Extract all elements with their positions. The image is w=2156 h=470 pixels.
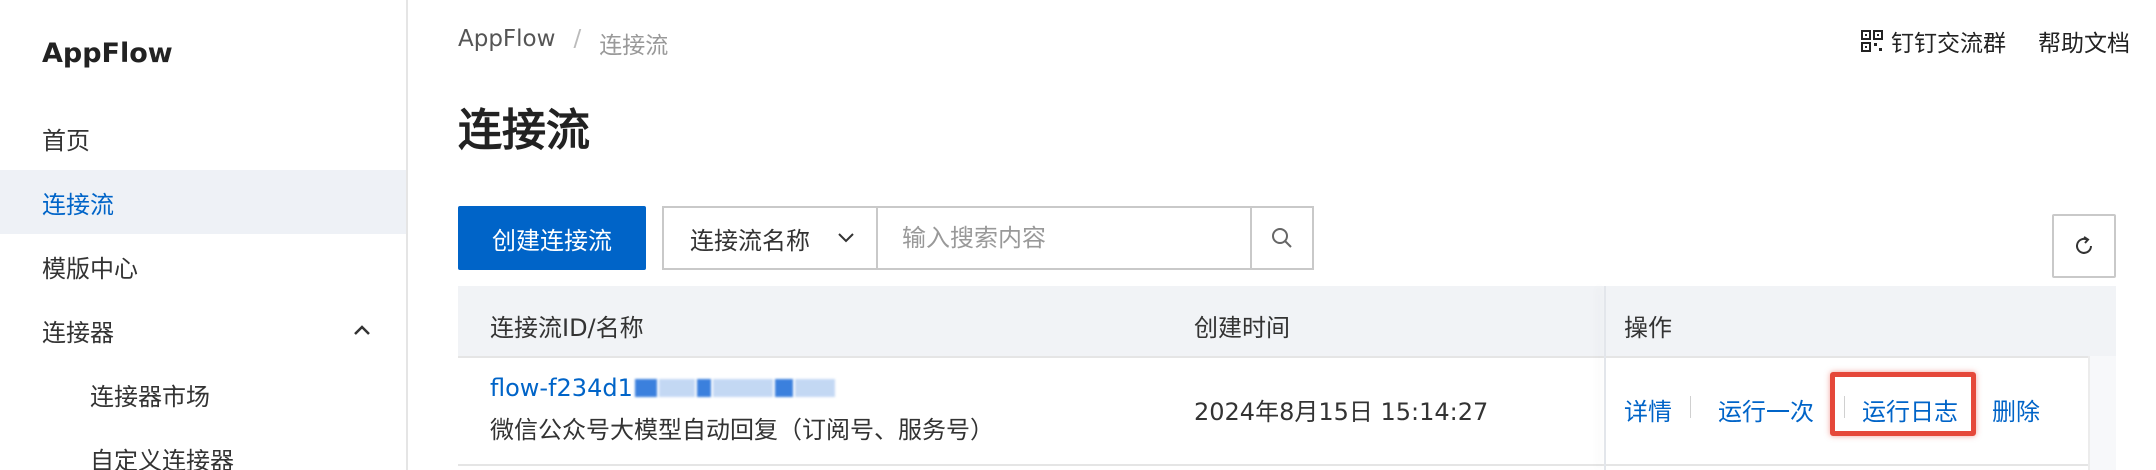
redacted-mark — [658, 379, 695, 397]
flow-name: 微信公众号大模型自动回复（订阅号、服务号） — [490, 416, 994, 444]
sidebar-item-label: 首页 — [42, 126, 90, 155]
sidebar-item-label: 模版中心 — [42, 254, 138, 283]
created-time: 2024年8月15日 15:14:27 — [1194, 398, 1489, 426]
flow-id-text: flow-f234d1 — [490, 374, 633, 402]
sidebar-item-label: 自定义连接器 — [90, 446, 234, 470]
actions-column-shadow — [1604, 286, 1606, 470]
flow-id-link[interactable]: flow-f234d1 — [490, 374, 835, 402]
sidebar-item-custom-connector[interactable]: 自定义连接器 — [0, 426, 406, 470]
table-scrollbar[interactable] — [2088, 356, 2116, 470]
chevron-down-icon — [838, 233, 854, 243]
sidebar: AppFlow 首页 连接流 模版中心 连接器 连接器市场 自定义连接器 — [0, 0, 408, 470]
refresh-button[interactable] — [2052, 214, 2116, 278]
sidebar-item-home[interactable]: 首页 — [0, 106, 406, 170]
sidebar-item-label: 连接器市场 — [90, 382, 210, 411]
sidebar-item-flows[interactable]: 连接流 — [0, 170, 406, 234]
redacted-mark — [712, 379, 773, 397]
breadcrumb-root[interactable]: AppFlow — [458, 26, 555, 60]
sidebar-item-templates[interactable]: 模版中心 — [0, 234, 406, 298]
redacted-mark — [794, 379, 835, 397]
dingtalk-group-link[interactable]: 钉钉交流群 — [1861, 24, 2006, 58]
search-icon — [1272, 228, 1292, 248]
delete-link[interactable]: 删除 — [1992, 392, 2040, 427]
sidebar-item-connectors[interactable]: 连接器 — [0, 298, 406, 362]
redacted-mark — [634, 379, 657, 397]
run-once-link[interactable]: 运行一次 — [1718, 392, 1814, 427]
breadcrumb-separator: / — [573, 26, 582, 52]
sidebar-item-connector-market[interactable]: 连接器市场 — [0, 362, 406, 426]
breadcrumb: AppFlow / 连接流 — [458, 26, 668, 60]
details-link[interactable]: 详情 — [1624, 392, 1672, 427]
help-docs-link[interactable]: 帮助文档 — [2038, 24, 2130, 58]
column-header-actions: 操作 — [1624, 314, 1672, 342]
flows-table: 连接流ID/名称 创建时间 操作 flow-f234d1 微信公众号大模型自动回… — [458, 286, 2116, 470]
search-input[interactable] — [878, 208, 1250, 268]
column-header-created: 创建时间 — [1194, 314, 1290, 342]
redacted-mark — [696, 379, 711, 397]
sidebar-item-label: 连接器 — [42, 318, 114, 347]
filter-field-value: 连接流名称 — [690, 226, 810, 255]
chevron-up-icon — [354, 325, 370, 335]
page-title: 连接流 — [458, 105, 590, 156]
search-button[interactable] — [1250, 208, 1312, 268]
top-links: 钉钉交流群 帮助文档 — [1861, 24, 2130, 58]
run-logs-highlight — [1830, 372, 1976, 436]
dingtalk-group-label: 钉钉交流群 — [1891, 31, 2006, 57]
column-header-id-name: 连接流ID/名称 — [490, 314, 644, 342]
create-flow-button[interactable]: 创建连接流 — [458, 206, 646, 270]
search-filter: 连接流名称 — [662, 206, 1314, 270]
sidebar-item-label: 连接流 — [42, 190, 114, 219]
refresh-icon — [2076, 236, 2092, 254]
redacted-mark — [774, 379, 793, 397]
table-header: 连接流ID/名称 创建时间 操作 — [458, 286, 2116, 356]
action-separator — [1690, 396, 1691, 418]
filter-field-select[interactable]: 连接流名称 — [664, 208, 878, 268]
qrcode-icon — [1861, 30, 1883, 52]
breadcrumb-current: 连接流 — [599, 33, 669, 59]
app-brand: AppFlow — [42, 38, 173, 69]
